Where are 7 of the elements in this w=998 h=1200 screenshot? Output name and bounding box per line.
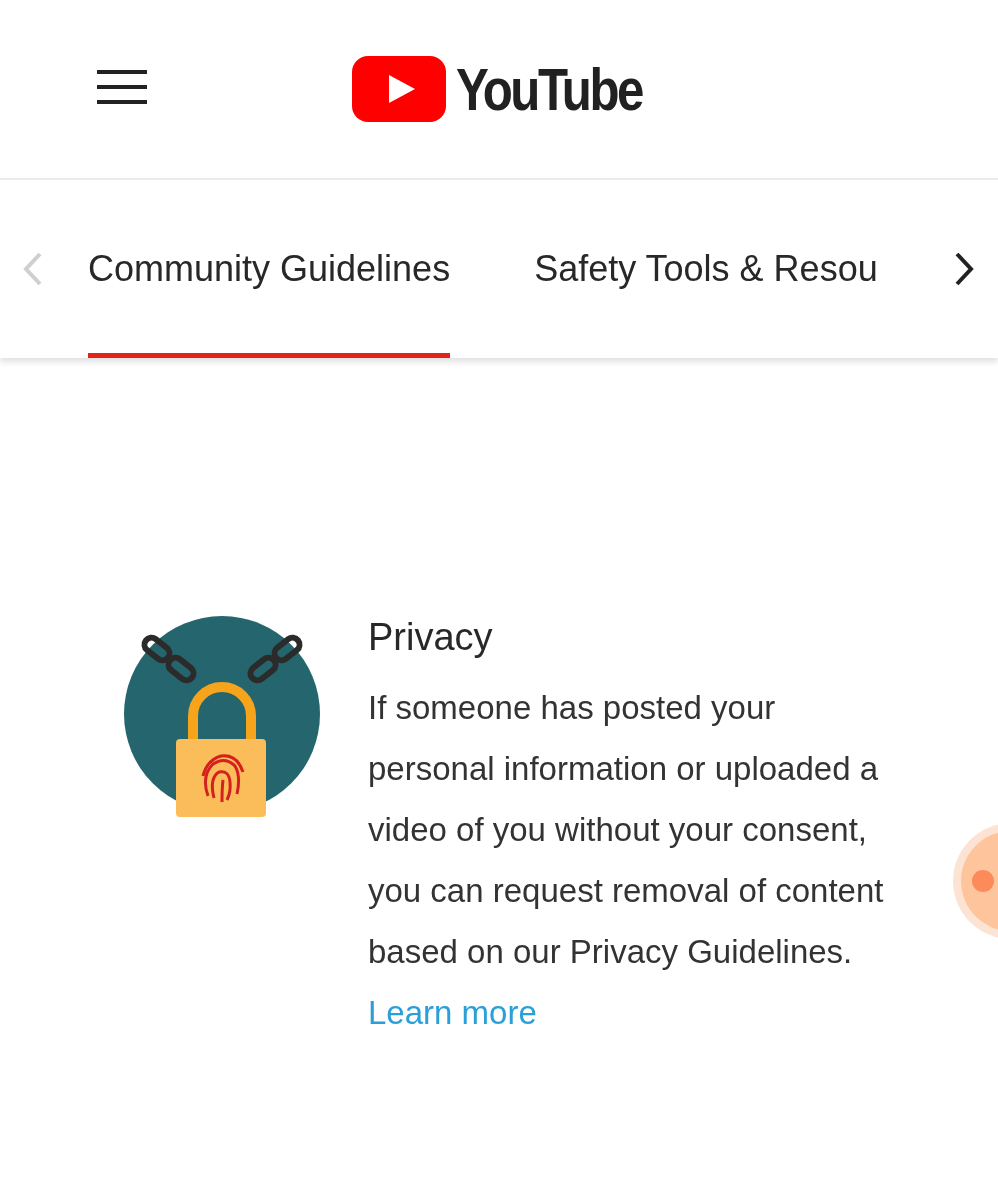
tab[interactable]: Community Guidelines: [88, 185, 451, 358]
logo-wordmark: YouTube: [456, 54, 642, 124]
menu-icon[interactable]: [97, 70, 147, 104]
play-logo-icon: [352, 56, 446, 122]
section-title: Privacy: [368, 616, 494, 659]
privacy-description: If someone has posted your personal information or uploaded a video of you without your consent, you can request removal of content based on our Privacy Guidelines. Learn more: [368, 688, 885, 1033]
tab[interactable]: Safety Tools & Resou: [534, 185, 878, 358]
